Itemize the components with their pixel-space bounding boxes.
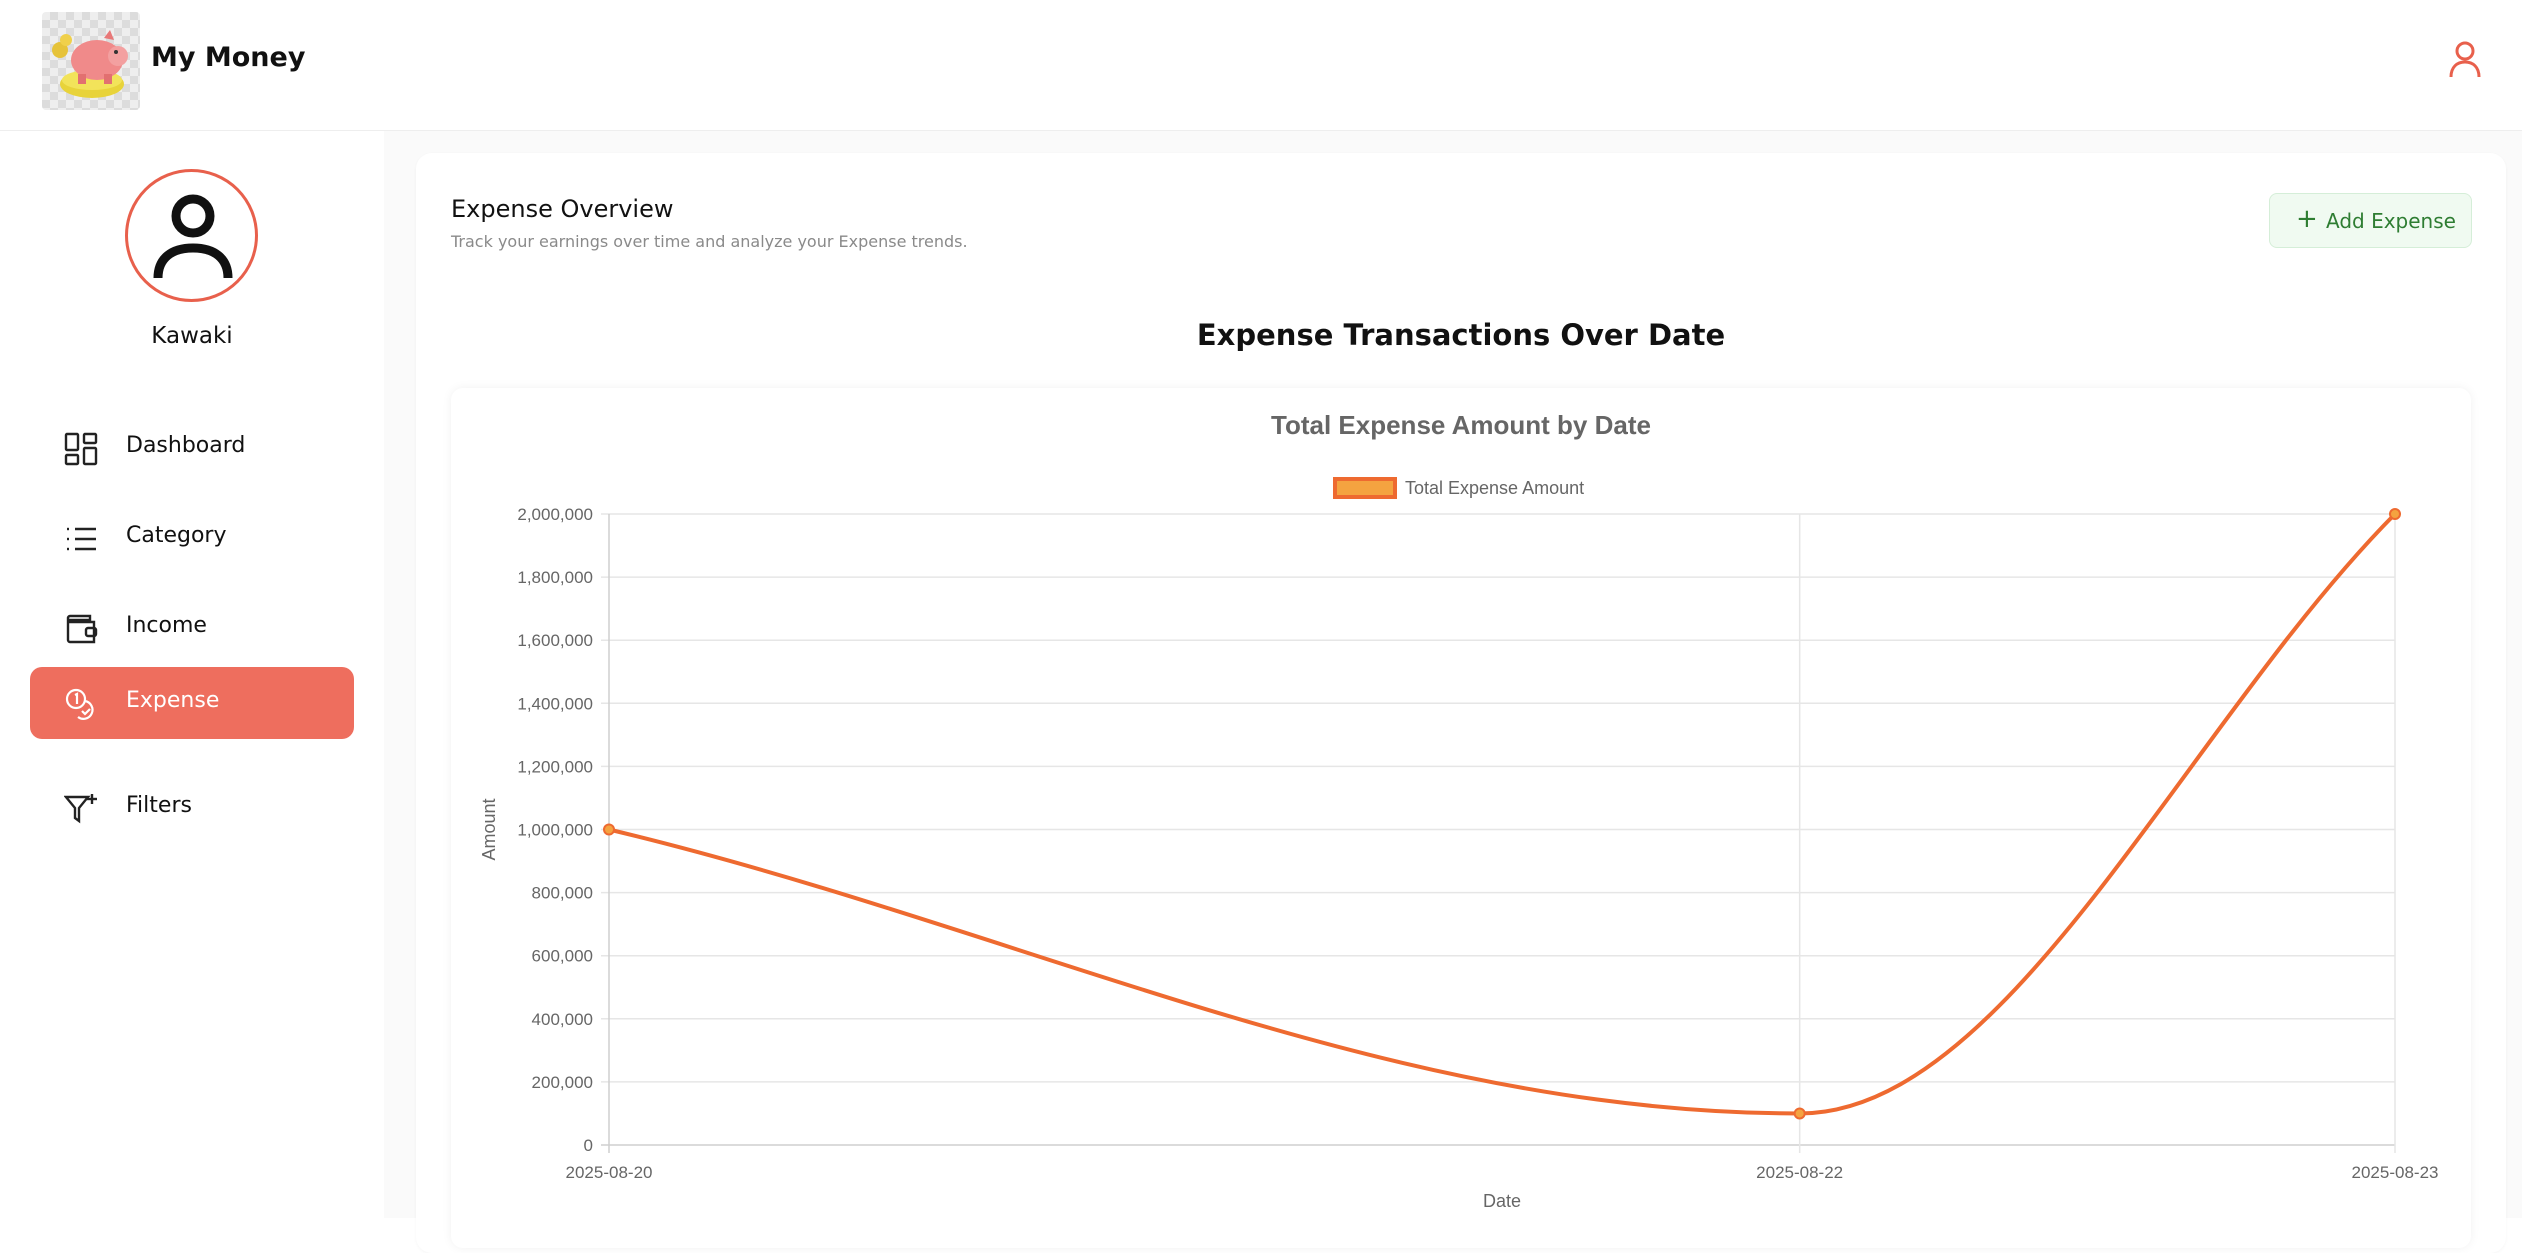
expense-line-chart: Total Expense Amount by Date Total Expens…: [479, 410, 2439, 1211]
sidebar-item-label: Expense: [126, 688, 220, 713]
sidebar-item-label: Category: [126, 523, 227, 548]
series-line: [608, 512, 2397, 1116]
legend-swatch: [1333, 477, 1397, 499]
sidebar: Kawaki Dashboard Category Income Expense…: [0, 131, 384, 1218]
y-tick-label: 400,000: [532, 1010, 593, 1029]
add-expense-label: Add Expense: [2326, 209, 2456, 233]
y-tick-label: 600,000: [532, 947, 593, 966]
x-tick-label: 2025-08-23: [2352, 1163, 2439, 1182]
piggy-bank-logo[interactable]: [42, 12, 140, 110]
x-tick-label: 2025-08-22: [1756, 1163, 1843, 1182]
y-tick-label: 1,000,000: [517, 821, 593, 840]
filter-icon: [64, 794, 97, 824]
sidebar-item-income[interactable]: Income: [30, 592, 354, 664]
list-icon: [67, 527, 96, 551]
sidebar-item-label: Filters: [126, 793, 192, 818]
dashboard-icon: [64, 432, 98, 466]
plus-icon: +: [2296, 204, 2318, 234]
user-icon[interactable]: [2444, 38, 2486, 80]
page-subtitle: Track your earnings over time and analyz…: [451, 232, 968, 251]
y-axis-label: Amount: [479, 798, 499, 860]
top-bar: My Money: [0, 0, 2522, 131]
sidebar-item-label: Income: [126, 613, 207, 638]
avatar[interactable]: [125, 169, 258, 302]
sidebar-item-filters[interactable]: Filters: [30, 772, 354, 844]
x-tick-label: 2025-08-20: [566, 1163, 653, 1182]
sidebar-item-label: Dashboard: [126, 433, 246, 458]
y-tick-label: 200,000: [532, 1073, 593, 1092]
legend-label: Total Expense Amount: [1405, 478, 1584, 498]
x-axis-label: Date: [1483, 1191, 1521, 1211]
section-title: Expense Transactions Over Date: [1196, 318, 1726, 352]
data-point: [1793, 1107, 1806, 1120]
add-expense-button[interactable]: + Add Expense: [2269, 193, 2472, 248]
y-tick-label: 1,600,000: [517, 631, 593, 650]
data-point: [603, 823, 615, 836]
chart-title: Total Expense Amount by Date: [1271, 410, 1651, 440]
sidebar-item-dashboard[interactable]: Dashboard: [30, 412, 354, 484]
chart-card: Total Expense Amount by Date Total Expens…: [451, 388, 2471, 1248]
data-point: [2389, 508, 2401, 520]
coins-icon: [65, 688, 94, 720]
page-title: Expense Overview: [451, 195, 674, 223]
y-tick-label: 1,800,000: [517, 568, 593, 587]
app-title: My Money: [151, 42, 306, 73]
y-tick-label: 1,400,000: [517, 694, 593, 713]
y-tick-label: 1,200,000: [517, 757, 593, 776]
y-tick-label: 2,000,000: [517, 505, 593, 524]
sidebar-item-expense[interactable]: Expense: [30, 667, 354, 739]
sidebar-item-category[interactable]: Category: [30, 502, 354, 574]
y-tick-label: 0: [584, 1136, 593, 1155]
wallet-icon: [66, 614, 98, 644]
y-tick-label: 800,000: [532, 884, 593, 903]
